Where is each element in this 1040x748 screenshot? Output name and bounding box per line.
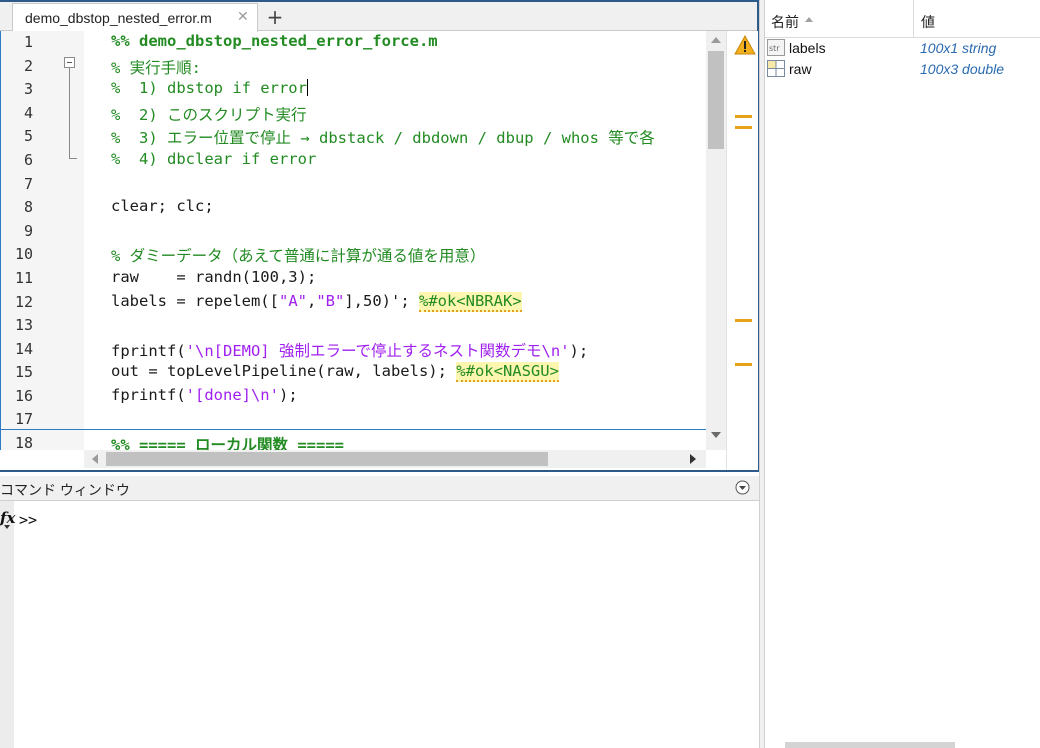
line-number: 16	[14, 387, 33, 405]
workspace-row-raw[interactable]: raw 100x3 double	[765, 59, 1040, 80]
code-text: out = topLevelPipeline(raw, labels);	[111, 362, 457, 380]
code-line-8: clear; clc;	[111, 197, 214, 215]
string-variable-icon: str	[767, 39, 785, 56]
string-literal: "B"	[316, 292, 345, 310]
analyzer-warning-marker[interactable]	[735, 319, 752, 322]
line-number: 2	[23, 57, 33, 75]
scroll-thumb[interactable]	[106, 452, 548, 466]
code-line-11: raw = randn(100,3);	[111, 268, 317, 286]
line-number: 18	[14, 434, 33, 450]
editor-panel: demo_dbstop_nested_error.m ✕ + 1 2 3 4 5…	[0, 0, 759, 472]
line-number: 1	[23, 33, 33, 51]
ok-pragma-marker[interactable]: %#ok<NASGU>	[456, 362, 559, 382]
string-literal: '\n[DEMO] 強制エラーで停止するネスト関数デモ\n'	[185, 342, 570, 360]
code-line-5: % 3) エラー位置で停止 → dbstack / dbdown / dbup …	[111, 129, 655, 147]
command-window-margin	[0, 501, 14, 748]
string-literal: '[done]\n'	[185, 386, 279, 404]
close-icon[interactable]: ✕	[237, 9, 249, 25]
command-prompt[interactable]: >>	[19, 511, 37, 529]
command-window-title: コマンド ウィンドウ	[0, 482, 130, 498]
line-number: 15	[14, 363, 33, 381]
code-line-6: % 4) dbclear if error	[111, 150, 317, 168]
sort-ascending-icon	[805, 17, 813, 22]
column-header-name[interactable]: 名前	[771, 12, 799, 32]
variable-value: 100x1 string	[920, 40, 997, 56]
code-line-15: out = topLevelPipeline(raw, labels); %#o…	[111, 362, 559, 382]
code-text: );	[569, 342, 589, 360]
code-line-2: % 実行手順:	[111, 59, 201, 77]
chevron-down-icon[interactable]	[4, 525, 10, 529]
fold-guide	[69, 68, 70, 158]
workspace-horizontal-scrollbar[interactable]	[785, 742, 955, 748]
fold-guide-end	[69, 158, 77, 159]
command-window-titlebar: コマンド ウィンドウ	[0, 476, 759, 501]
analyzer-warning-marker[interactable]	[735, 126, 752, 129]
tab-demo-dbstop-nested-error[interactable]: demo_dbstop_nested_error.m ✕	[12, 3, 258, 32]
scroll-up-icon[interactable]	[711, 37, 721, 43]
ok-pragma-marker[interactable]: %#ok<NBRAK>	[418, 292, 522, 312]
scroll-thumb[interactable]	[708, 51, 724, 149]
analyzer-warning-marker[interactable]	[735, 363, 752, 366]
editor-horizontal-scrollbar[interactable]	[84, 450, 706, 468]
code-line-1: %% demo_dbstop_nested_error_force.m	[111, 32, 438, 50]
code-line-3: % 1) dbstop if error	[111, 79, 308, 97]
code-line-14: fprintf('\n[DEMO] 強制エラーで停止するネスト関数デモ\n');	[111, 339, 588, 361]
line-number: 14	[14, 340, 33, 358]
editor-vertical-scrollbar[interactable]	[706, 31, 726, 450]
code-text: fprintf(	[111, 386, 186, 404]
analyzer-warning-marker[interactable]	[735, 115, 752, 118]
variable-value: 100x3 double	[920, 61, 1005, 77]
code-text: );	[278, 386, 298, 404]
code-line-12: labels = repelem(["A","B"],50)'; %#ok<NB…	[111, 292, 522, 312]
workspace-row-labels[interactable]: str labels 100x1 string	[765, 38, 1040, 59]
line-number-gutter: 1 2 3 4 5 6 7 8 9 10 11 12 13 14 15 16 1…	[0, 31, 84, 450]
tab-label: demo_dbstop_nested_error.m	[25, 10, 212, 26]
warning-icon[interactable]	[734, 35, 756, 55]
line-number: 9	[23, 222, 33, 240]
variable-name: labels	[789, 40, 826, 56]
add-tab-button[interactable]: +	[262, 5, 288, 29]
scroll-right-icon[interactable]	[690, 454, 696, 464]
editor-tab-bar: demo_dbstop_nested_error.m ✕ +	[0, 0, 757, 32]
code-line-10: % ダミーデータ（あえて普通に計算が通る値を用意）	[111, 247, 486, 265]
variable-name: raw	[789, 61, 812, 77]
line-number: 13	[14, 316, 33, 334]
code-line-16: fprintf('[done]\n');	[111, 386, 298, 404]
svg-text:str: str	[769, 44, 780, 53]
code-text: ],50)';	[344, 292, 419, 310]
code-text: % 1) dbstop if error	[111, 79, 307, 97]
code-line-4: % 2) このスクリプト実行	[111, 106, 307, 124]
code-text: fprintf(	[111, 342, 186, 360]
line-number: 5	[23, 127, 33, 145]
command-window[interactable]: fx >>	[0, 501, 759, 748]
fold-toggle-icon[interactable]	[64, 57, 75, 68]
code-cell-divider	[0, 429, 706, 430]
column-header-value[interactable]: 値	[921, 12, 935, 32]
string-literal: "A"	[278, 292, 307, 310]
scroll-down-icon[interactable]	[711, 432, 721, 438]
panel-menu-icon[interactable]	[735, 480, 750, 495]
code-text: labels = repelem([	[111, 292, 279, 310]
line-number: 10	[14, 245, 33, 263]
scroll-left-icon[interactable]	[92, 454, 98, 464]
line-number: 12	[14, 293, 33, 311]
line-number: 17	[14, 410, 33, 428]
code-text: ,	[306, 292, 317, 310]
line-number: 6	[23, 151, 33, 169]
line-number: 11	[14, 269, 33, 287]
line-number: 8	[23, 198, 33, 216]
workspace-panel: 名前 値 str labels 100x1 string raw 100x3 d…	[765, 0, 1040, 748]
line-number: 4	[23, 104, 33, 122]
line-number: 3	[23, 80, 33, 98]
code-line-18: %% ===== ローカル関数 =====	[111, 436, 344, 450]
line-number: 7	[23, 175, 33, 193]
column-divider[interactable]	[913, 0, 914, 38]
workspace-header: 名前 値	[765, 0, 1040, 38]
code-area[interactable]: 1 2 3 4 5 6 7 8 9 10 11 12 13 14 15 16 1…	[0, 31, 706, 450]
matrix-variable-icon	[767, 60, 785, 77]
code-analyzer-strip	[726, 31, 758, 470]
text-cursor	[306, 79, 308, 96]
